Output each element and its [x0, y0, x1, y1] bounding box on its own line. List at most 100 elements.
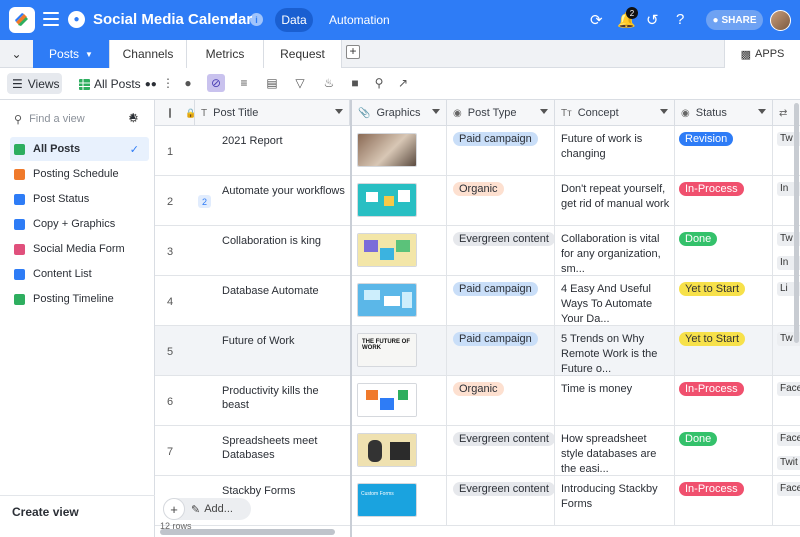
frozen-column-divider[interactable] — [350, 100, 352, 537]
add-row-button[interactable]: + ✎ Add... — [163, 498, 251, 520]
channel-cell[interactable]: Face Twit — [773, 426, 800, 475]
row-number-cell[interactable]: 3 — [155, 226, 195, 275]
graphic-thumbnail[interactable] — [357, 433, 417, 467]
nav-tab-data[interactable]: Data — [275, 8, 313, 32]
sync-icon[interactable]: ⟳ — [590, 11, 603, 29]
sidebar-item-posting-schedule[interactable]: Posting Schedule — [10, 162, 149, 186]
filter-icon[interactable]: ▽ — [293, 76, 307, 90]
app-logo[interactable] — [9, 7, 35, 33]
graphics-cell[interactable] — [352, 176, 447, 225]
avatar[interactable] — [770, 10, 791, 31]
sidebar-item-all-posts[interactable]: All Posts ✓ — [10, 137, 149, 161]
vertical-scrollbar[interactable] — [794, 103, 799, 343]
post-type-cell[interactable]: Evergreen content — [447, 426, 555, 475]
chevron-down-icon[interactable]: ▾ — [230, 13, 235, 24]
chevron-down-icon[interactable] — [335, 109, 343, 114]
export-icon[interactable]: ↗ — [396, 76, 410, 90]
graphics-cell[interactable]: THE FUTURE OF WORK — [352, 326, 447, 375]
share-view-icon[interactable]: ● — [181, 76, 195, 90]
hide-fields-icon[interactable]: ⊘ — [207, 74, 225, 92]
chevron-down-icon[interactable] — [660, 109, 668, 114]
concept-cell[interactable]: Don't repeat yourself, get rid of manual… — [555, 176, 675, 225]
tab-posts[interactable]: Posts ▼ — [33, 40, 110, 68]
graphic-thumbnail[interactable]: Custom Forms — [357, 483, 417, 517]
channel-cell[interactable]: Face — [773, 476, 800, 525]
sidebar-item-post-status[interactable]: Post Status — [10, 187, 149, 211]
column-header-post-type[interactable]: ◉ Post Type — [447, 100, 555, 126]
sidebar-item-posting-timeline[interactable]: Posting Timeline — [10, 287, 149, 311]
post-type-cell[interactable]: Paid campaign — [447, 126, 555, 175]
graphics-cell[interactable] — [352, 426, 447, 475]
column-header-post-title[interactable]: T Post Title — [195, 100, 350, 126]
select-all-checkbox[interactable] — [169, 108, 171, 118]
post-title-cell[interactable]: Automate your workflows — [195, 176, 350, 225]
graphics-cell[interactable]: Custom Forms — [352, 476, 447, 525]
post-type-cell[interactable]: Organic — [447, 376, 555, 425]
status-cell[interactable]: Revision — [675, 126, 773, 175]
status-cell[interactable]: Done — [675, 426, 773, 475]
table-row[interactable]: 4 Database Automate Paid campaign 4 Easy An… — [155, 276, 800, 326]
tab-request[interactable]: Request — [264, 40, 342, 68]
table-row[interactable]: 3 Collaboration is king Evergreen content C… — [155, 226, 800, 276]
post-type-cell[interactable]: Evergreen content — [447, 476, 555, 525]
row-number-cell[interactable]: 5 — [155, 326, 195, 375]
sidebar-item-social-media-form[interactable]: Social Media Form — [10, 237, 149, 261]
graphic-thumbnail[interactable] — [357, 383, 417, 417]
graphics-cell[interactable] — [352, 376, 447, 425]
graphic-thumbnail[interactable] — [357, 183, 417, 217]
workspace-icon[interactable]: ● — [68, 11, 85, 28]
row-number-cell[interactable]: 1 — [155, 126, 195, 175]
post-type-cell[interactable]: Organic — [447, 176, 555, 225]
tab-metrics[interactable]: Metrics — [187, 40, 264, 68]
channel-cell[interactable]: Face — [773, 376, 800, 425]
graphic-thumbnail[interactable]: THE FUTURE OF WORK — [357, 333, 417, 367]
post-title-cell[interactable]: Database Automate — [195, 276, 350, 325]
status-cell[interactable]: In-Process — [675, 476, 773, 525]
concept-cell[interactable]: Future of work is changing — [555, 126, 675, 175]
concept-cell[interactable]: How spreadsheet style databases are the … — [555, 426, 675, 475]
sort-icon[interactable]: ▤ — [265, 76, 279, 90]
post-type-cell[interactable]: Paid campaign — [447, 326, 555, 375]
status-cell[interactable]: In-Process — [675, 376, 773, 425]
column-header-status[interactable]: ◉ Status — [675, 100, 773, 126]
chevron-down-icon[interactable] — [432, 109, 440, 114]
concept-cell[interactable]: Collaboration is vital for any organizat… — [555, 226, 675, 275]
more-options-icon[interactable]: ⋮ — [161, 76, 175, 90]
concept-cell[interactable]: Time is money — [555, 376, 675, 425]
concept-cell[interactable]: 4 Easy And Useful Ways To Automate Your … — [555, 276, 675, 325]
post-title-cell[interactable]: Future of Work — [195, 326, 350, 375]
table-row[interactable]: 2 2 Automate your workflows Organic Don't re… — [155, 176, 800, 226]
row-number-cell[interactable]: 2 — [155, 176, 195, 225]
apps-button[interactable]: ▩ APPS — [724, 40, 800, 68]
chevron-down-icon[interactable] — [758, 109, 766, 114]
color-icon[interactable]: ♨ — [322, 76, 336, 90]
table-row[interactable]: 1 2021 Report Paid campaign Future of work … — [155, 126, 800, 176]
graphic-thumbnail[interactable] — [357, 133, 417, 167]
tab-channels[interactable]: Channels — [110, 40, 187, 68]
sidebar-item-content-list[interactable]: Content List — [10, 262, 149, 286]
filter-fields-icon[interactable]: ≡ — [237, 76, 251, 90]
column-header-graphics[interactable]: 📎 Graphics — [352, 100, 447, 126]
row-number-cell[interactable]: 7 — [155, 426, 195, 475]
history-icon[interactable]: ↺ — [646, 11, 659, 29]
collapse-icon[interactable]: ⌄ — [0, 40, 33, 68]
post-title-cell[interactable]: Productivity kills the beast — [195, 376, 350, 425]
chevron-down-icon[interactable] — [540, 109, 548, 114]
menu-icon[interactable] — [43, 12, 59, 26]
column-header-concept[interactable]: Tт Concept — [555, 100, 675, 126]
status-cell[interactable]: Yet to Start — [675, 276, 773, 325]
graphics-cell[interactable] — [352, 276, 447, 325]
post-title-cell[interactable]: Spreadsheets meet Databases — [195, 426, 350, 475]
chevron-up-icon[interactable]: ▲ — [128, 111, 138, 122]
horizontal-scrollbar[interactable] — [160, 529, 335, 535]
sidebar-item-copy-graphics[interactable]: Copy + Graphics — [10, 212, 149, 236]
table-row[interactable]: Stackby Forms Custom Forms Evergreen conte… — [155, 476, 800, 526]
row-height-icon[interactable]: ■ — [348, 76, 362, 90]
concept-cell[interactable]: 5 Trends on Why Remote Work is the Futur… — [555, 326, 675, 375]
stack-title[interactable]: Social Media Calendar — [93, 11, 252, 28]
search-icon[interactable]: ⚲ — [372, 76, 386, 90]
nav-tab-automation[interactable]: Automation — [329, 13, 390, 27]
views-button[interactable]: ☰ Views — [7, 73, 62, 94]
status-cell[interactable]: In-Process — [675, 176, 773, 225]
status-cell[interactable]: Done — [675, 226, 773, 275]
